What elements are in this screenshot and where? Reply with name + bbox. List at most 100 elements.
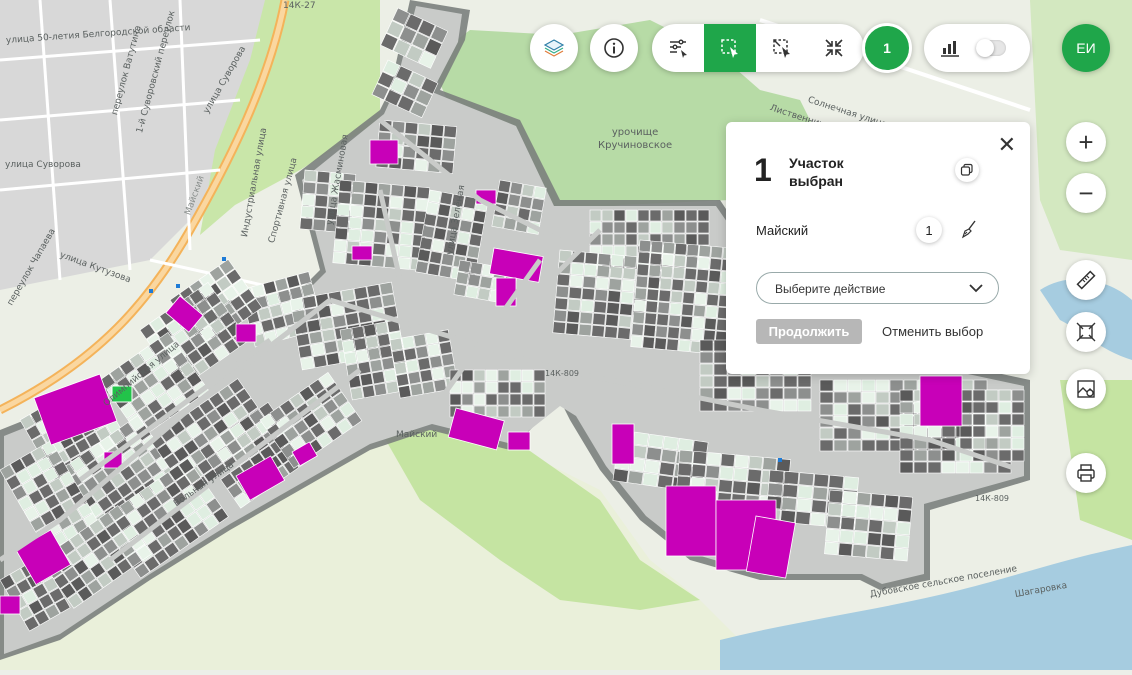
parcel[interactable] [308,330,324,345]
parcel[interactable] [427,343,441,357]
parcel[interactable] [896,521,911,536]
parcel[interactable] [582,275,597,289]
parcel[interactable] [973,379,988,392]
parcel[interactable] [855,505,871,519]
parcel[interactable] [693,304,706,318]
parcel[interactable] [427,189,442,204]
parcel[interactable] [706,452,722,466]
parcel[interactable] [972,425,986,438]
parcel[interactable] [613,209,626,222]
parcel[interactable] [650,240,664,254]
parcel[interactable] [601,209,614,222]
parcel[interactable] [533,405,546,418]
map-image-button[interactable] [1066,369,1106,409]
parcel[interactable] [433,227,447,241]
parcel[interactable] [642,336,655,349]
parcel[interactable] [566,310,581,324]
parcel[interactable] [438,264,453,279]
parcel[interactable] [972,413,986,426]
parcel[interactable] [578,323,592,337]
parcel[interactable] [372,242,386,256]
parcel[interactable] [393,361,408,375]
parcel[interactable] [430,124,445,137]
parcel[interactable] [310,342,326,357]
parcel[interactable] [811,499,827,514]
parcel[interactable] [797,387,812,400]
parcel[interactable] [673,221,686,234]
parcel[interactable] [529,209,543,223]
parcel[interactable] [638,239,652,253]
parcel[interactable] [879,546,895,561]
parcel[interactable] [769,399,784,412]
parcel[interactable] [662,241,676,255]
parcel[interactable] [272,315,287,330]
parcel[interactable] [289,297,305,312]
parcel[interactable] [401,209,415,222]
parcel[interactable] [969,461,984,474]
parcel[interactable] [315,182,330,196]
parcel[interactable] [661,209,674,222]
parcel[interactable] [449,205,463,220]
parcel[interactable] [409,382,424,397]
parcel[interactable] [497,405,510,418]
parcel[interactable] [697,221,710,234]
parcel[interactable] [734,454,750,469]
parcel[interactable] [658,289,672,303]
parcel[interactable] [343,351,358,365]
parcel[interactable] [819,391,834,404]
parcel[interactable] [509,405,522,418]
parcel[interactable] [783,399,798,412]
parcel[interactable] [419,369,433,383]
parcel[interactable] [302,295,317,309]
parcel[interactable] [998,425,1012,438]
parcel[interactable] [345,312,360,326]
parcel[interactable] [592,312,606,326]
parcel[interactable] [762,456,777,471]
filter-select-button[interactable] [652,24,704,72]
parcel[interactable] [692,316,705,330]
select-button[interactable] [704,24,756,72]
parcel[interactable] [720,453,736,468]
parcel[interactable] [828,474,845,489]
parcel[interactable] [708,269,721,283]
parcel[interactable] [414,158,428,172]
parcel[interactable] [707,281,720,295]
parcel[interactable] [741,375,756,388]
parcel[interactable] [959,437,973,450]
parcel[interactable] [657,301,670,315]
parcel[interactable] [685,255,699,269]
parcel[interactable] [631,323,644,336]
parcel[interactable] [913,449,928,462]
parcel[interactable] [661,253,675,267]
parcel[interactable] [861,391,876,404]
parcel[interactable] [368,295,383,310]
parcel[interactable] [265,292,281,307]
parcel[interactable] [998,401,1012,414]
parcel[interactable] [755,375,770,388]
parcel[interactable] [461,393,474,406]
parcel[interactable] [415,260,429,274]
parcel[interactable] [847,403,862,416]
parcel[interactable] [349,204,364,218]
parcel[interactable] [660,265,674,279]
parcel[interactable] [379,281,394,296]
parcel[interactable] [340,288,356,303]
parcel[interactable] [323,340,339,354]
parcel[interactable] [875,379,890,392]
parcel[interactable] [941,449,956,462]
parcel[interactable] [421,380,436,395]
parcel[interactable] [435,215,449,229]
parcel[interactable] [713,375,728,388]
parcel[interactable] [677,462,693,477]
parcel[interactable] [399,233,413,246]
parcel[interactable] [681,303,694,317]
parcel[interactable] [363,323,377,338]
parcel[interactable] [810,512,826,527]
parcel[interactable] [589,209,602,222]
parcel[interactable] [812,486,828,501]
parcel[interactable] [627,470,644,485]
parcel[interactable] [313,206,328,220]
parcel[interactable] [881,533,896,548]
parcel[interactable] [371,370,386,385]
parcel[interactable] [898,495,914,510]
